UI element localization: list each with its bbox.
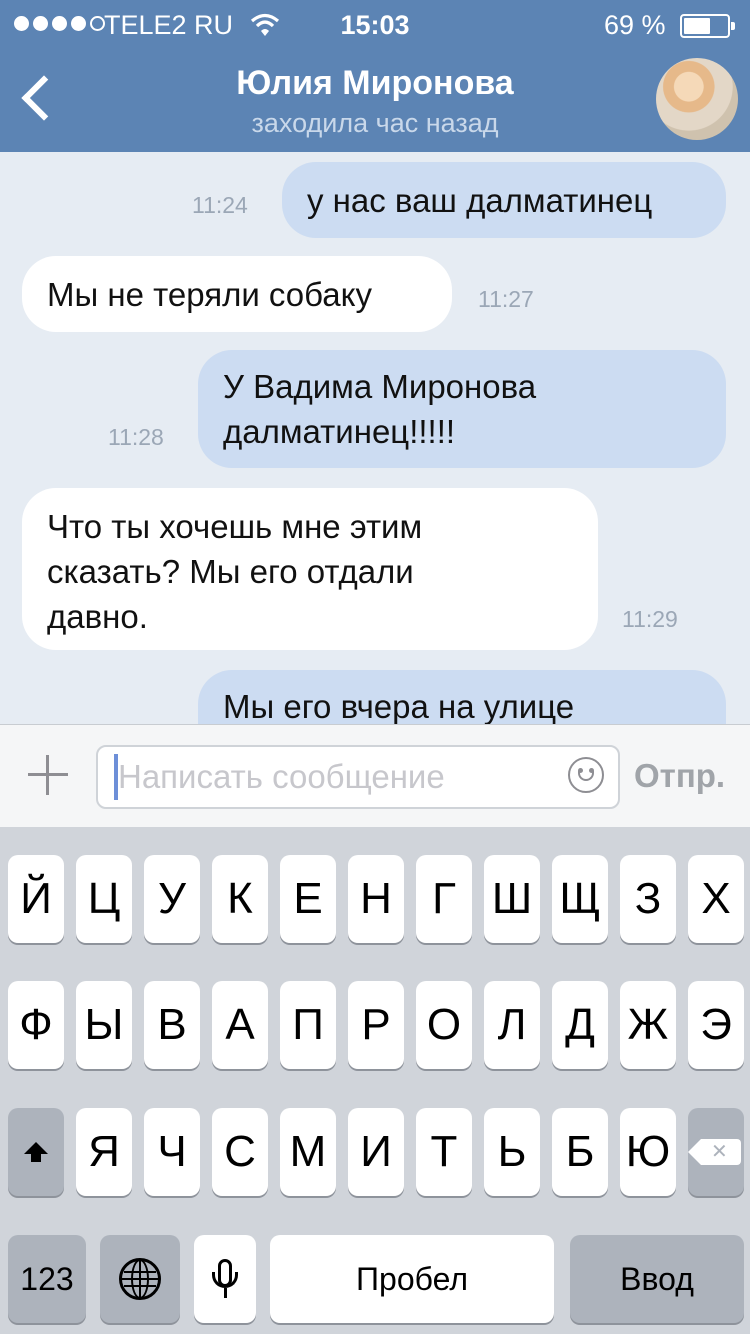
key-М[interactable]: М: [280, 1108, 336, 1196]
key-Ч[interactable]: Ч: [144, 1108, 200, 1196]
key-Ф[interactable]: Ф: [8, 981, 64, 1069]
message-bubble-incoming[interactable]: Что ты хочешь мне этим сказать? Мы его о…: [22, 488, 598, 650]
key-Х[interactable]: Х: [688, 855, 744, 943]
composer-bar: Отпр.: [0, 724, 750, 827]
message-text: Что ты хочешь мне этим сказать? Мы его о…: [47, 508, 423, 635]
microphone-icon: [212, 1259, 238, 1298]
last-seen-status: заходила час назад: [251, 108, 499, 138]
key-Ы[interactable]: Ы: [76, 981, 132, 1069]
key-В[interactable]: В: [144, 981, 200, 1069]
key-Б[interactable]: Б: [552, 1108, 608, 1196]
dictation-key[interactable]: [194, 1235, 256, 1323]
key-Я[interactable]: Я: [76, 1108, 132, 1196]
key-У[interactable]: У: [144, 855, 200, 943]
battery-percentage: 69 %: [604, 10, 666, 40]
message-bubble-incoming[interactable]: Мы не теряли собаку: [22, 256, 452, 332]
key-Л[interactable]: Л: [484, 981, 540, 1069]
key-Е[interactable]: Е: [280, 855, 336, 943]
battery-icon: [680, 14, 735, 38]
message-bubble-outgoing[interactable]: У Вадима Миронова далматинец!!!!!: [198, 350, 726, 468]
key-Ю[interactable]: Ю: [620, 1108, 676, 1196]
key-Ц[interactable]: Ц: [76, 855, 132, 943]
shift-icon: [24, 1142, 48, 1162]
backspace-icon: [688, 1139, 741, 1165]
backspace-key[interactable]: [688, 1108, 744, 1196]
message-text: у нас ваш далматинец: [307, 181, 653, 219]
message-time: 11:28: [108, 424, 164, 450]
status-bar: TELE2 RU 15:03 69 %: [0, 0, 750, 52]
text-cursor: [114, 754, 118, 800]
key-Г[interactable]: Г: [416, 855, 472, 943]
plus-icon[interactable]: [26, 753, 70, 797]
numbers-key[interactable]: 123: [8, 1235, 86, 1323]
message-text: Мы не теряли собаку: [47, 275, 372, 313]
smile-icon[interactable]: [568, 757, 604, 793]
key-А[interactable]: А: [212, 981, 268, 1069]
key-С[interactable]: С: [212, 1108, 268, 1196]
key-Т[interactable]: Т: [416, 1108, 472, 1196]
key-П[interactable]: П: [280, 981, 336, 1069]
globe-key[interactable]: [100, 1235, 180, 1323]
contact-name[interactable]: Юлия Миронова: [0, 64, 750, 103]
message-input[interactable]: [96, 745, 620, 809]
key-Ш[interactable]: Ш: [484, 855, 540, 943]
key-О[interactable]: О: [416, 981, 472, 1069]
key-Ь[interactable]: Ь: [484, 1108, 540, 1196]
key-Р[interactable]: Р: [348, 981, 404, 1069]
space-key[interactable]: Пробел: [270, 1235, 554, 1323]
nav-header: TELE2 RU 15:03 69 % Юлия Миронова заходи…: [0, 0, 750, 152]
keyboard: ЙЦУКЕНГШЩЗХ ФЫВАПРОЛДЖЭ ЯЧСМИТЬБЮ 123 Пр…: [0, 827, 750, 1334]
shift-key[interactable]: [8, 1108, 64, 1196]
key-Н[interactable]: Н: [348, 855, 404, 943]
key-З[interactable]: З: [620, 855, 676, 943]
key-И[interactable]: И: [348, 1108, 404, 1196]
message-text: У Вадима Миронова далматинец!!!!!: [223, 368, 537, 450]
key-Й[interactable]: Й: [8, 855, 64, 943]
message-bubble-outgoing[interactable]: у нас ваш далматинец: [282, 162, 726, 238]
globe-icon: [119, 1258, 161, 1300]
key-Щ[interactable]: Щ: [552, 855, 608, 943]
contact-avatar[interactable]: [656, 58, 738, 140]
key-К[interactable]: К: [212, 855, 268, 943]
message-text: Мы его вчера на улице: [223, 688, 575, 724]
message-time: 11:29: [622, 606, 678, 632]
message-list[interactable]: у нас ваш далматинец 11:24 Мы не теряли …: [0, 152, 750, 724]
key-Э[interactable]: Э: [688, 981, 744, 1069]
return-key[interactable]: Ввод: [570, 1235, 744, 1323]
message-time: 11:27: [478, 286, 534, 312]
send-button[interactable]: Отпр.: [634, 757, 725, 795]
message-bubble-outgoing[interactable]: Мы его вчера на улице: [198, 670, 726, 724]
message-time: 11:24: [192, 192, 248, 218]
key-Ж[interactable]: Ж: [620, 981, 676, 1069]
key-Д[interactable]: Д: [552, 981, 608, 1069]
